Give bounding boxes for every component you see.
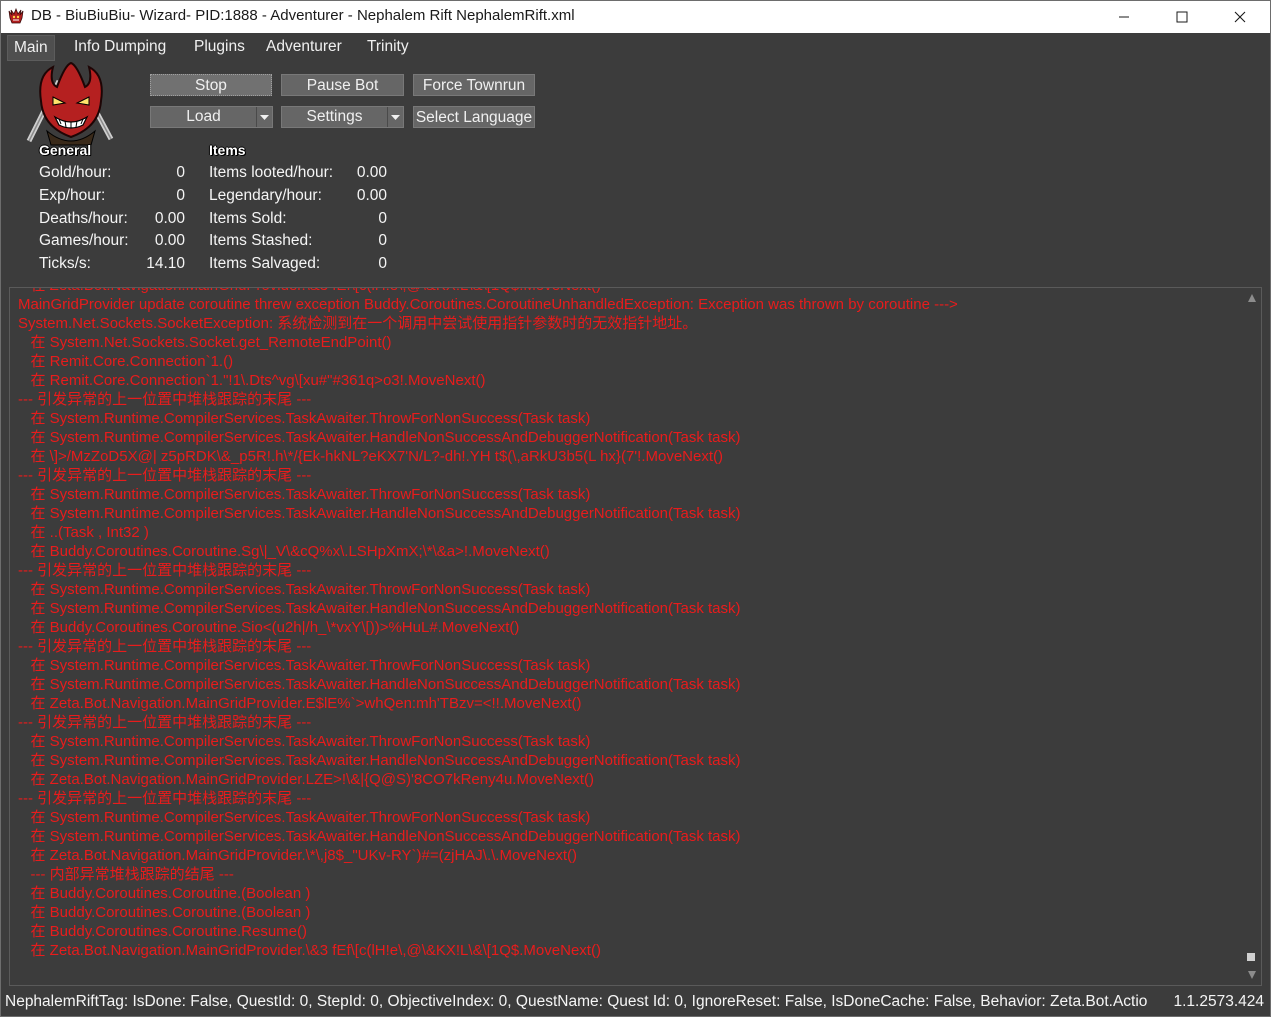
log-line: --- 引发异常的上一位置中堆栈跟踪的末尾 ---	[18, 391, 312, 408]
load-dropdown-arrow[interactable]	[256, 107, 272, 127]
log-line: 在 Zeta.Bot.Navigation.MainGridProvider.\…	[18, 847, 578, 864]
log-line: 在 Zeta.Bot.Navigation.MainGridProvider.\…	[18, 942, 601, 959]
close-icon	[1234, 11, 1246, 23]
gold-per-hour-label: Gold/hour:	[39, 164, 112, 181]
items-looted-value: 0.00	[356, 164, 387, 181]
scroll-thumb[interactable]	[1247, 953, 1255, 961]
log-line: 在 Buddy.Coroutines.Coroutine.Sio<(u2h|/h…	[18, 619, 520, 636]
log-line: 在 Buddy.Coroutines.Coroutine.(Boolean )	[18, 885, 311, 902]
log-line: 在 ..(Task , Int32 )	[18, 524, 149, 541]
log-line: 在 Zeta.Bot.Navigation.MainGridProvider.\…	[18, 288, 1238, 295]
log-line: --- 引发异常的上一位置中堆栈跟踪的末尾 ---	[18, 562, 312, 579]
status-bar: NephalemRiftTag: IsDone: False, QuestId:…	[1, 991, 1270, 1016]
menu-bar: Main Info Dumping Plugins Adventurer Tri…	[1, 33, 1270, 61]
menu-main[interactable]: Main	[7, 35, 55, 61]
items-heading: Items	[209, 142, 246, 158]
log-line: --- 引发异常的上一位置中堆栈跟踪的末尾 ---	[18, 714, 312, 731]
pause-bot-button[interactable]: Pause Bot	[281, 74, 404, 96]
status-text: NephalemRiftTag: IsDone: False, QuestId:…	[5, 993, 1148, 1010]
log-line: --- 内部异常堆栈跟踪的结尾 ---	[18, 866, 234, 883]
legendary-per-hour-value: 0.00	[356, 187, 387, 204]
items-looted-label: Items looted/hour:	[209, 164, 334, 181]
close-button[interactable]	[1211, 1, 1269, 33]
items-salvaged-value: 0	[378, 255, 387, 272]
deaths-per-hour-value: 0.00	[154, 210, 185, 227]
log-line: 在 System.Runtime.CompilerServices.TaskAw…	[18, 752, 741, 769]
items-salvaged-label: Items Salvaged:	[209, 255, 321, 272]
log-line: --- 引发异常的上一位置中堆栈跟踪的末尾 ---	[18, 638, 312, 655]
legendary-per-hour-label: Legendary/hour:	[209, 187, 322, 204]
log-line: 在 System.Runtime.CompilerServices.TaskAw…	[18, 581, 591, 598]
settings-button-label: Settings	[306, 108, 363, 125]
maximize-icon	[1176, 11, 1188, 23]
log-scrollbar[interactable]	[1243, 288, 1261, 985]
log-line: 在 System.Runtime.CompilerServices.TaskAw…	[18, 676, 741, 693]
items-stashed-label: Items Stashed:	[209, 232, 313, 249]
log-line: 在 System.Runtime.CompilerServices.TaskAw…	[18, 809, 591, 826]
log-line: 在 System.Runtime.CompilerServices.TaskAw…	[18, 600, 741, 617]
general-heading: General	[39, 142, 92, 158]
log-line: 在 Buddy.Coroutines.Coroutine.(Boolean )	[18, 904, 311, 921]
log-line: System.Net.Sockets.SocketException: 系统检测…	[18, 315, 698, 332]
log-line: 在 Zeta.Bot.Navigation.MainGridProvider.E…	[18, 695, 582, 712]
window-title: DB - BiuBiuBiu- Wizard- PID:1888 - Adven…	[31, 7, 575, 24]
maximize-button[interactable]	[1153, 1, 1211, 33]
gold-per-hour-value: 0	[176, 164, 185, 181]
log-output[interactable]: 在 Zeta.Bot.Navigation.MainGridProvider.\…	[9, 287, 1262, 986]
log-line: 在 \]>/MzZoD5X@| z5pRDK\&_p5R!.h\*/{Ek-hk…	[18, 448, 724, 465]
exp-per-hour-value: 0	[176, 187, 185, 204]
games-per-hour-value: 0.00	[154, 232, 185, 249]
log-line: 在 Remit.Core.Connection`1."!1\.Dts^vg\[x…	[18, 372, 486, 389]
log-line: 在 System.Net.Sockets.Socket.get_RemoteEn…	[18, 334, 392, 351]
log-line: --- 引发异常的上一位置中堆栈跟踪的末尾 ---	[18, 467, 312, 484]
log-line: 在 System.Runtime.CompilerServices.TaskAw…	[18, 429, 741, 446]
log-line: 在 Buddy.Coroutines.Coroutine.Sg\|_V\&cQ%…	[18, 543, 550, 560]
demon-logo	[26, 61, 114, 146]
log-line: 在 System.Runtime.CompilerServices.TaskAw…	[18, 410, 591, 427]
main-window: DB - BiuBiuBiu- Wizard- PID:1888 - Adven…	[0, 0, 1271, 1017]
menu-plugins[interactable]: Plugins	[188, 35, 251, 59]
exp-per-hour-label: Exp/hour:	[39, 187, 106, 204]
version-label: 1.1.2573.424	[1173, 993, 1264, 1010]
items-stashed-value: 0	[378, 232, 387, 249]
minimize-icon	[1119, 16, 1129, 18]
log-line: 在 Buddy.Coroutines.Coroutine.Resume()	[18, 923, 308, 940]
log-line: 在 System.Runtime.CompilerServices.TaskAw…	[18, 733, 591, 750]
games-per-hour-label: Games/hour:	[39, 232, 129, 249]
title-bar[interactable]: DB - BiuBiuBiu- Wizard- PID:1888 - Adven…	[1, 1, 1270, 33]
log-lines: 在 Zeta.Bot.Navigation.MainGridProvider.\…	[18, 288, 1238, 960]
load-button-label: Load	[186, 108, 221, 125]
log-line: 在 System.Runtime.CompilerServices.TaskAw…	[18, 505, 741, 522]
minimize-button[interactable]	[1095, 1, 1153, 33]
menu-adventurer[interactable]: Adventurer	[260, 35, 348, 59]
deaths-per-hour-label: Deaths/hour:	[39, 210, 128, 227]
scroll-up-icon[interactable]	[1247, 293, 1257, 303]
stop-button[interactable]: Stop	[150, 74, 272, 96]
log-line: MainGridProvider update coroutine threw …	[18, 296, 958, 313]
chevron-down-icon	[391, 114, 400, 120]
ticks-per-second-label: Ticks/s:	[39, 255, 91, 272]
log-line: 在 Zeta.Bot.Navigation.MainGridProvider.L…	[18, 771, 594, 788]
log-line: 在 Remit.Core.Connection`1.()	[18, 353, 234, 370]
log-line: 在 System.Runtime.CompilerServices.TaskAw…	[18, 828, 741, 845]
log-line: --- 引发异常的上一位置中堆栈跟踪的末尾 ---	[18, 790, 312, 807]
items-sold-value: 0	[378, 210, 387, 227]
menu-info-dumping[interactable]: Info Dumping	[68, 35, 172, 59]
load-split-button[interactable]: Load	[150, 106, 273, 128]
demon-app-icon	[8, 8, 24, 24]
log-line: 在 System.Runtime.CompilerServices.TaskAw…	[18, 486, 591, 503]
scroll-down-icon[interactable]	[1247, 970, 1257, 980]
select-language-button[interactable]: Select Language	[413, 106, 535, 128]
settings-split-button[interactable]: Settings	[281, 106, 404, 128]
force-townrun-button[interactable]: Force Townrun	[413, 74, 535, 96]
ticks-per-second-value: 14.10	[146, 255, 185, 272]
items-sold-label: Items Sold:	[209, 210, 287, 227]
menu-trinity[interactable]: Trinity	[361, 35, 415, 59]
log-line: 在 System.Runtime.CompilerServices.TaskAw…	[18, 657, 591, 674]
settings-dropdown-arrow[interactable]	[387, 107, 403, 127]
chevron-down-icon	[260, 114, 269, 120]
